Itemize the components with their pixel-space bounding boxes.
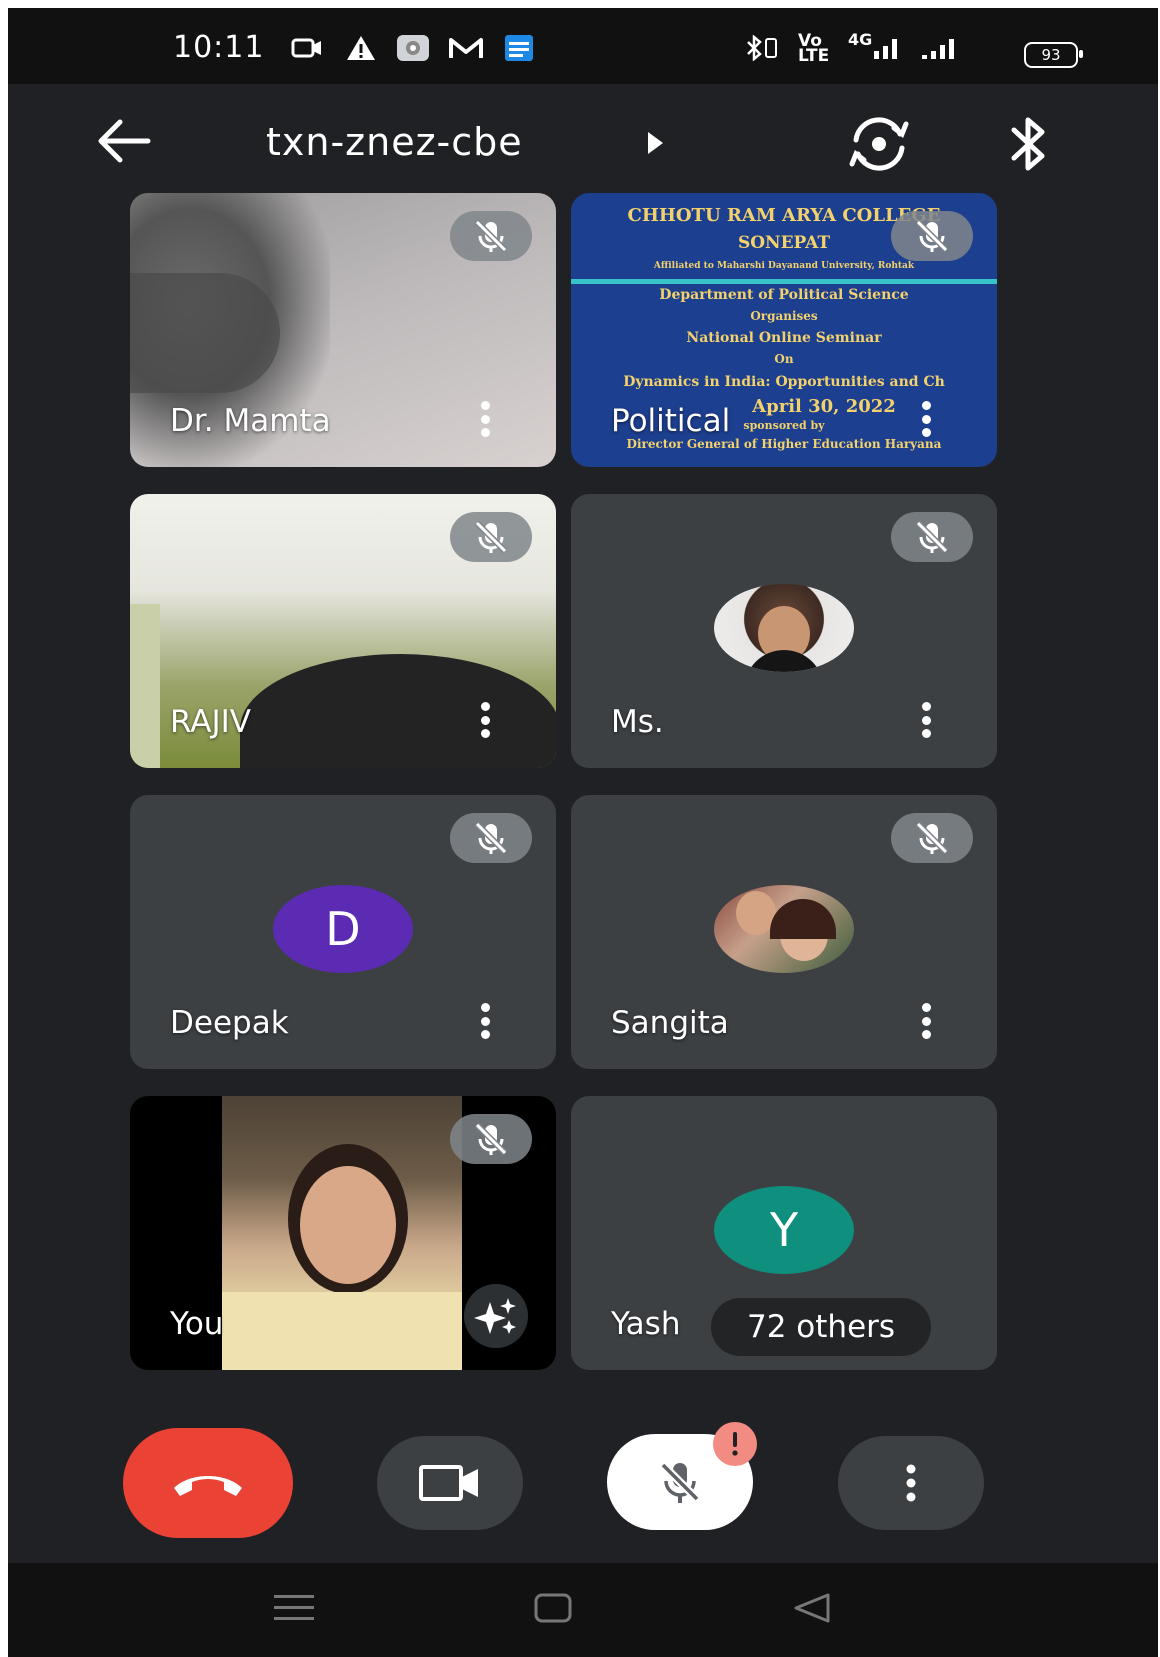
- muted-indicator: [450, 211, 532, 261]
- switch-camera-icon: [849, 117, 909, 171]
- participant-name: Deepak: [170, 1005, 289, 1041]
- avatar-initial: Y: [769, 1203, 799, 1257]
- participant-name: RAJIV: [170, 704, 251, 740]
- end-call-button[interactable]: [123, 1428, 293, 1538]
- back-button[interactable]: [94, 116, 154, 166]
- media-app-icon: [396, 34, 430, 62]
- mic-off-icon: [474, 821, 508, 855]
- mic-off-icon: [474, 219, 508, 253]
- volte-label: Vo LTE: [798, 31, 830, 66]
- menu-lines-icon: [274, 1595, 314, 1620]
- participant-name: Ms.: [611, 704, 664, 740]
- avatar: D: [273, 885, 413, 973]
- bluetooth-icon: [1011, 117, 1045, 171]
- participant-options-button[interactable]: [478, 702, 492, 738]
- mic-off-icon: [474, 1122, 508, 1156]
- phone-screen: 10:11 Vo LTE 4G 93 txn-znez-cbe Dr. Mamt…: [8, 8, 1158, 1657]
- sparkle-effects-icon: [474, 1298, 516, 1334]
- more-options-button[interactable]: [838, 1436, 984, 1530]
- avatar: [714, 885, 854, 973]
- participant-options-button[interactable]: [478, 401, 492, 437]
- mic-off-icon: [660, 1462, 700, 1503]
- more-vertical-icon: [906, 1464, 916, 1502]
- video-record-icon: [290, 34, 324, 62]
- participant-name: Yash: [611, 1306, 681, 1342]
- participant-name: You: [170, 1306, 224, 1342]
- status-bar: 10:11 Vo LTE 4G 93: [8, 8, 1158, 84]
- meeting-details-arrow-icon[interactable]: [648, 132, 663, 154]
- effects-button[interactable]: [464, 1284, 528, 1348]
- participant-tile[interactable]: Sangita: [571, 795, 997, 1069]
- participant-name: Political: [611, 403, 731, 439]
- arrow-left-icon: [98, 119, 151, 163]
- avatar-initial: D: [325, 902, 361, 956]
- participant-tile[interactable]: CHHOTU RAM ARYA COLLEGE SONEPAT Affiliat…: [571, 193, 997, 467]
- signal-strength-icon-1: [856, 34, 906, 62]
- status-time: 10:11: [173, 30, 265, 65]
- call-controls: [8, 1408, 1158, 1538]
- system-navigation-bar: [8, 1563, 1158, 1657]
- muted-indicator: [450, 813, 532, 863]
- video-feed: [240, 654, 556, 768]
- camera-toggle-button[interactable]: [377, 1436, 523, 1530]
- mic-warning-badge: [713, 1422, 757, 1466]
- video-camera-icon: [419, 1465, 478, 1501]
- triangle-back-icon: [794, 1593, 830, 1623]
- mic-off-icon: [915, 219, 949, 253]
- avatar: Y: [714, 1186, 854, 1274]
- self-video-feed: [222, 1096, 462, 1370]
- muted-indicator: [450, 1114, 532, 1164]
- bluetooth-battery-icon: [744, 34, 780, 62]
- participant-name: Dr. Mamta: [170, 403, 331, 439]
- participant-tile[interactable]: Ms.: [571, 494, 997, 768]
- muted-indicator: [891, 813, 973, 863]
- audio-output-button[interactable]: [1004, 114, 1054, 174]
- mic-toggle-button[interactable]: [607, 1422, 757, 1530]
- muted-indicator: [450, 512, 532, 562]
- document-app-icon: [502, 34, 536, 62]
- hang-up-icon: [174, 1476, 242, 1496]
- warning-icon: [344, 34, 378, 62]
- participant-tile[interactable]: D Deepak: [130, 795, 556, 1069]
- participant-tile[interactable]: Dr. Mamta: [130, 193, 556, 467]
- participant-tile[interactable]: RAJIV: [130, 494, 556, 768]
- muted-indicator: [891, 211, 973, 261]
- system-back-button[interactable]: [792, 1591, 832, 1629]
- participant-tile[interactable]: Y Yash 72 others: [571, 1096, 997, 1370]
- switch-camera-button[interactable]: [844, 114, 914, 174]
- mic-off-icon: [474, 520, 508, 554]
- exclamation-icon: [732, 1432, 738, 1456]
- participant-options-button[interactable]: [478, 1003, 492, 1039]
- mic-off-icon: [915, 520, 949, 554]
- participant-name: Sangita: [611, 1005, 729, 1041]
- muted-indicator: [891, 512, 973, 562]
- mic-off-icon: [915, 821, 949, 855]
- meeting-header: txn-znez-cbe: [8, 84, 1158, 194]
- recent-apps-button[interactable]: [274, 1593, 314, 1627]
- home-button[interactable]: [534, 1591, 574, 1629]
- participant-options-button[interactable]: [919, 702, 933, 738]
- avatar: [714, 584, 854, 672]
- others-count-button[interactable]: 72 others: [711, 1298, 932, 1356]
- self-view-tile[interactable]: You: [130, 1096, 556, 1370]
- home-square-icon: [534, 1593, 572, 1623]
- gmail-icon: [448, 34, 484, 62]
- meeting-code[interactable]: txn-znez-cbe: [266, 120, 523, 164]
- participant-options-button[interactable]: [919, 401, 933, 437]
- battery-indicator: 93: [1024, 42, 1083, 68]
- participant-options-button[interactable]: [919, 1003, 933, 1039]
- signal-strength-icon-2: [918, 34, 964, 62]
